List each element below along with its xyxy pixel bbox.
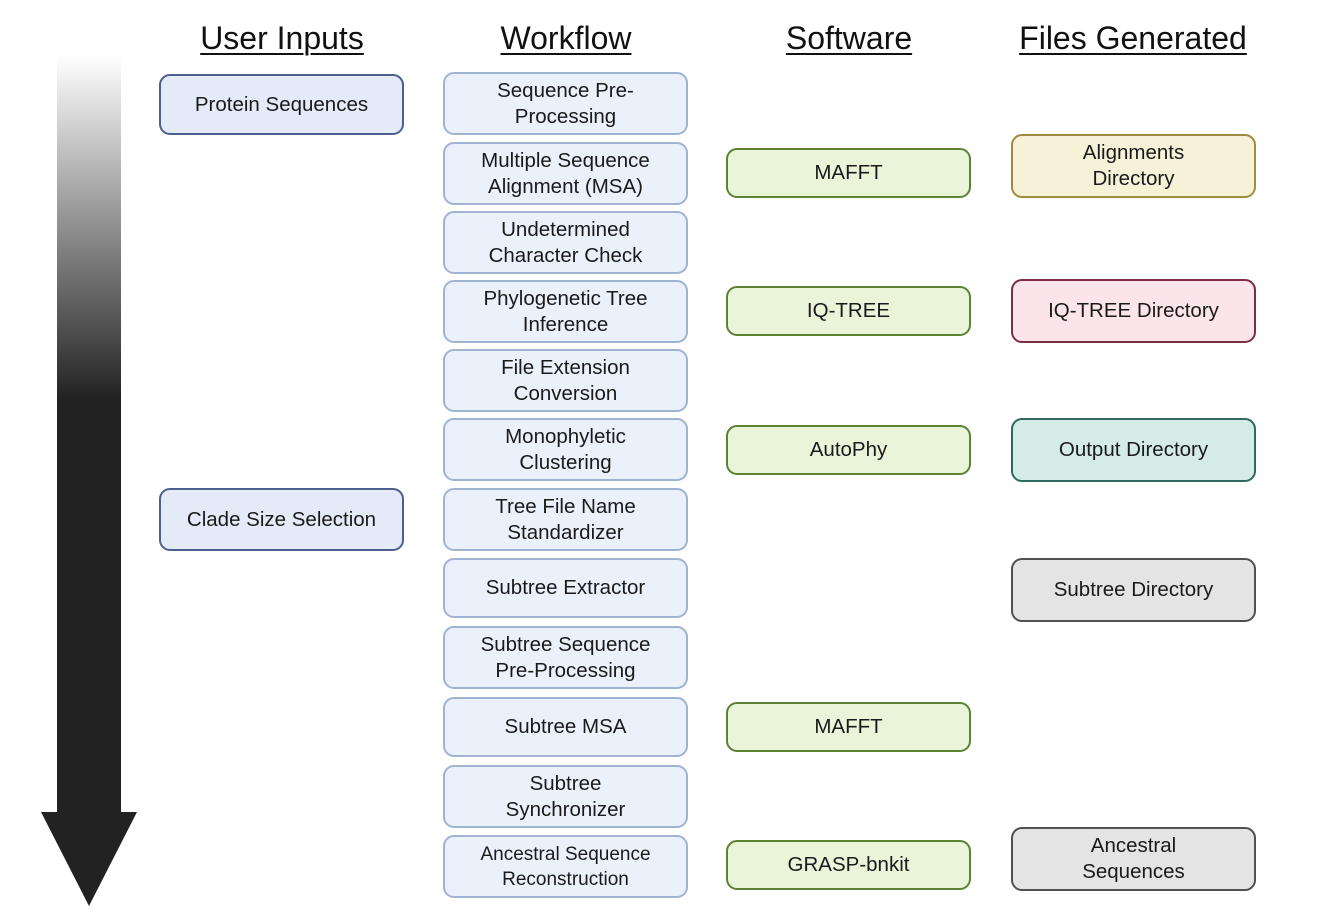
user-input-clade-size-selection: Clade Size Selection	[159, 488, 404, 551]
timeline-arrow	[41, 55, 137, 906]
workflow-step: Subtree Extractor	[443, 558, 688, 618]
workflow-step: Subtree MSA	[443, 697, 688, 757]
workflow-step: Phylogenetic Tree Inference	[443, 280, 688, 343]
workflow-step: Sequence Pre- Processing	[443, 72, 688, 135]
file-iq-tree-directory: IQ-TREE Directory	[1011, 279, 1256, 343]
user-input-protein-sequences: Protein Sequences	[159, 74, 404, 135]
arrow-shaft	[57, 55, 121, 400]
workflow-step: File Extension Conversion	[443, 349, 688, 412]
software-mafft: MAFFT	[726, 148, 971, 198]
software-autophy: AutoPhy	[726, 425, 971, 475]
workflow-step: Tree File Name Standardizer	[443, 488, 688, 551]
software-iq-tree: IQ-TREE	[726, 286, 971, 336]
header-user-inputs: User Inputs	[200, 20, 364, 56]
workflow-step: Subtree Synchronizer	[443, 765, 688, 828]
file-ancestral-sequences: Ancestral Sequences	[1011, 827, 1256, 891]
file-alignments-directory: Alignments Directory	[1011, 134, 1256, 198]
workflow-step: Multiple Sequence Alignment (MSA)	[443, 142, 688, 205]
software-grasp-bnkit: GRASP-bnkit	[726, 840, 971, 890]
header-workflow: Workflow	[500, 20, 632, 56]
workflow-step: Subtree Sequence Pre-Processing	[443, 626, 688, 689]
arrow-shaft-dark	[57, 399, 121, 813]
file-subtree-directory: Subtree Directory	[1011, 558, 1256, 622]
workflow-step: Monophyletic Clustering	[443, 418, 688, 481]
workflow-step: Ancestral Sequence Reconstruction	[443, 835, 688, 898]
arrow-head-icon	[41, 812, 137, 906]
file-output-directory: Output Directory	[1011, 418, 1256, 482]
workflow-step: Undetermined Character Check	[443, 211, 688, 274]
software-mafft-subtree: MAFFT	[726, 702, 971, 752]
header-files-generated: Files Generated	[1019, 20, 1247, 56]
header-software: Software	[785, 20, 913, 56]
